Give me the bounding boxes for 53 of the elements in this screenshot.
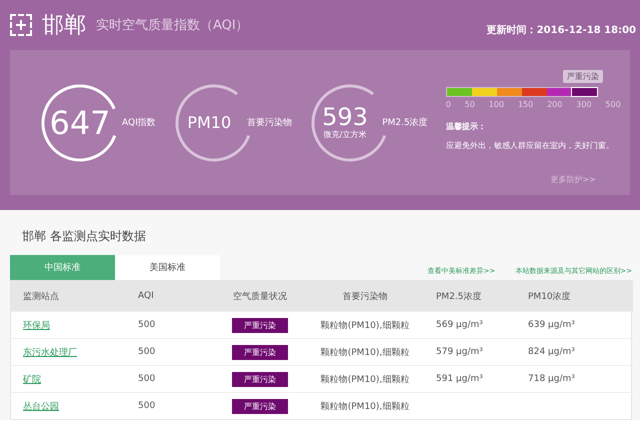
status-badge: 严重污染 bbox=[232, 372, 288, 386]
tip-text: 应避免外出，敏感人群应留在室内，关好门窗。 bbox=[446, 140, 615, 151]
more-link[interactable]: 更多防护>> bbox=[550, 174, 596, 185]
gauge-label: AQI指数 bbox=[122, 116, 156, 129]
status-badge: 严重污染 bbox=[232, 398, 288, 414]
table-cell-text: 500 bbox=[137, 347, 156, 357]
table-cell-text: 颗粒物(PM10),细颗粒 bbox=[320, 400, 410, 412]
level-tooltip: 严重污染 bbox=[562, 70, 603, 83]
gauge-value: PM10 bbox=[187, 114, 232, 130]
table-cell-text: 718 μg/m³ bbox=[527, 374, 575, 384]
column-header: PM10浓度 bbox=[527, 290, 571, 302]
status-badge: 严重污染 bbox=[232, 318, 288, 332]
tip-title: 温馨提示： bbox=[446, 121, 487, 132]
table-cell-text: 579 μg/m³ bbox=[435, 347, 483, 357]
city-name: 邯郸 bbox=[42, 12, 86, 40]
table-cell-text: 824 μg/m³ bbox=[527, 347, 575, 357]
page-subtitle: 实时空气质量指数（AQI） bbox=[96, 17, 249, 34]
table-cell-text: 500 bbox=[137, 401, 156, 411]
table-cell-text: 591 μg/m³ bbox=[435, 374, 483, 384]
gauge-label: 首要污染物 bbox=[246, 116, 292, 129]
status-badge: 严重污染 bbox=[232, 344, 288, 360]
update-time: 更新时间：2016-12-18 18:00 bbox=[486, 23, 636, 37]
scale-tick: 300 bbox=[576, 100, 592, 109]
gauge-label: PM2.5浓度 bbox=[382, 116, 428, 129]
scale-tick: 0 bbox=[446, 100, 451, 109]
scale-tick: 50 bbox=[464, 100, 475, 109]
station-link[interactable]: 矿院 bbox=[11, 372, 41, 386]
section-title: 邯郸 各监测点实时数据 bbox=[22, 228, 147, 245]
standard-tab[interactable]: 中国标准 bbox=[10, 255, 115, 280]
column-header: AQI bbox=[137, 291, 154, 301]
scale-tick: 100 bbox=[488, 100, 504, 109]
scale-tick: 500 bbox=[605, 100, 621, 109]
column-header: 监测站点 bbox=[22, 290, 59, 302]
table-cell-text: 颗粒物(PM10),细颗粒 bbox=[320, 346, 410, 358]
scale-tick: 150 bbox=[518, 100, 534, 109]
table-cell-text: 颗粒物(PM10),细颗粒 bbox=[320, 320, 410, 332]
gauge-value: 593 bbox=[322, 105, 368, 129]
column-header: 首要污染物 bbox=[342, 290, 388, 302]
table-cell-text: 颗粒物(PM10),细颗粒 bbox=[320, 374, 410, 386]
station-link[interactable]: 丛台公园 bbox=[11, 400, 59, 412]
station-link[interactable]: 东污水处理厂 bbox=[11, 346, 77, 358]
table-cell-text: 500 bbox=[137, 374, 156, 384]
table-cell-text: 639 μg/m³ bbox=[527, 320, 575, 330]
gauge-value: 647 bbox=[49, 106, 111, 138]
add-icon[interactable] bbox=[10, 14, 32, 36]
scale-tick: 200 bbox=[547, 100, 562, 109]
table-cell-text: 569 μg/m³ bbox=[435, 320, 483, 330]
column-header: PM2.5浓度 bbox=[435, 290, 482, 302]
gauge-unit: 微克/立方米 bbox=[324, 129, 366, 140]
column-header: 空气质量状况 bbox=[233, 290, 287, 302]
standard-tab[interactable]: 美国标准 bbox=[115, 255, 220, 280]
table-cell-text: 500 bbox=[137, 320, 156, 330]
station-link[interactable]: 环保局 bbox=[11, 318, 50, 332]
